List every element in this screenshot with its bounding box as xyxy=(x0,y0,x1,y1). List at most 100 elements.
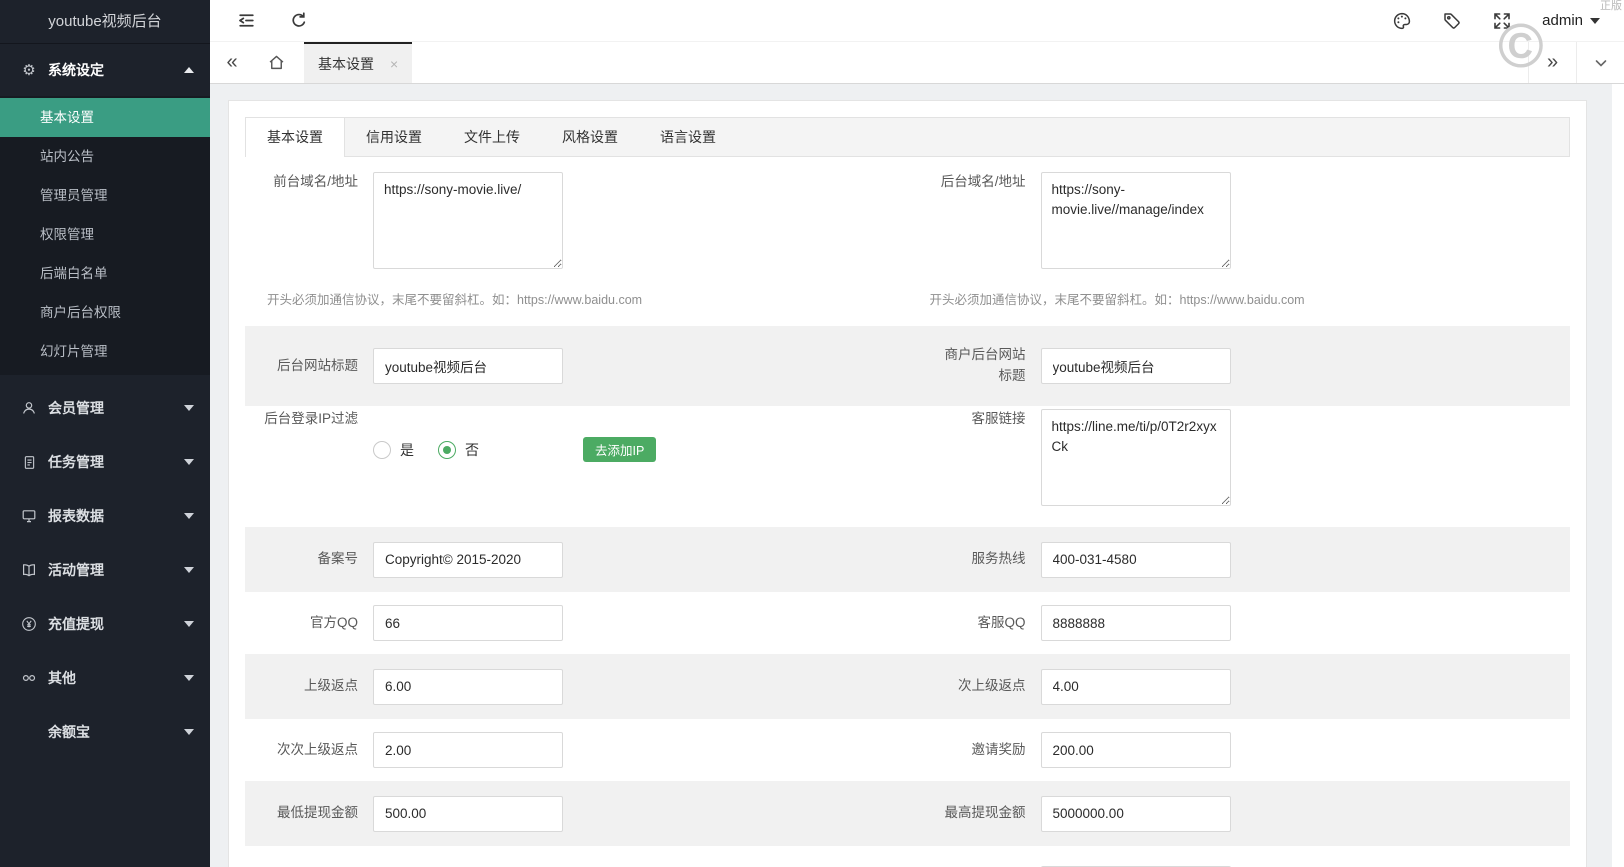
tabs-menu-button[interactable] xyxy=(1576,42,1624,83)
sidebar-item-label: 会员管理 xyxy=(48,400,104,416)
settings-tab[interactable]: 信用设置 xyxy=(345,118,443,156)
admin-domain-textarea[interactable] xyxy=(1040,172,1231,269)
settings-tab[interactable]: 基本设置 xyxy=(245,118,345,157)
form-row: 后台网站标题 商户后台网站标题 xyxy=(245,326,1570,406)
sidebar-item[interactable]: 其他 xyxy=(0,651,210,705)
sidebar-item-label: 余额宝 xyxy=(48,724,90,740)
sidebar-item[interactable]: 会员管理 xyxy=(0,381,210,435)
user-menu[interactable]: admin xyxy=(1542,12,1600,29)
chevron-down-icon xyxy=(184,729,194,735)
grandparent-rebate-input[interactable] xyxy=(1040,668,1231,705)
chevron-down-icon xyxy=(1590,17,1600,24)
sidebar-subitem[interactable]: 权限管理 xyxy=(0,215,210,254)
form-row: 备案号 服务热线 xyxy=(245,527,1570,592)
sidebar-section-system-settings[interactable]: ⚙ 系统设定 xyxy=(0,44,210,96)
form-row: 后台登录IP过滤是 否 去添加IP 客服链接 xyxy=(245,406,1570,527)
merchant-site-title-input[interactable] xyxy=(1040,348,1231,384)
chevron-down-icon xyxy=(184,405,194,411)
great-grandparent-rebate-input[interactable] xyxy=(373,732,563,768)
sidebar-subitem[interactable]: 基本设置 xyxy=(0,98,210,137)
min-withdraw-label: 最低提现金额 xyxy=(277,805,358,821)
book-icon xyxy=(20,562,38,578)
yen-icon xyxy=(20,616,38,632)
great-grandparent-rebate-label: 次次上级返点 xyxy=(277,741,358,757)
link-icon xyxy=(20,670,38,686)
icp-number-input[interactable] xyxy=(373,541,563,578)
form-row: 官方QQ 客服QQ xyxy=(245,592,1570,654)
sidebar-item[interactable]: 报表数据 xyxy=(0,489,210,543)
sidebar-submenu: 基本设置 站内公告 管理员管理 权限管理 后端白名单 商户后台权限 幻灯片管理 xyxy=(0,96,210,375)
sidebar-item[interactable]: 余额宝 xyxy=(0,705,210,759)
settings-tab[interactable]: 文件上传 xyxy=(443,118,541,156)
service-qq-input[interactable] xyxy=(1040,605,1231,641)
monitor-icon xyxy=(20,508,38,524)
document-icon xyxy=(20,455,38,470)
hotline-input[interactable] xyxy=(1040,541,1231,578)
fullscreen-icon[interactable] xyxy=(1492,11,1512,31)
page-tabbar: « 基本设置 × » xyxy=(210,42,1624,84)
chevron-down-icon xyxy=(184,459,194,465)
watermark-text: 正版 xyxy=(1600,0,1622,12)
page-scrollbar[interactable] xyxy=(1612,84,1624,867)
min-withdraw-input[interactable] xyxy=(373,795,563,832)
service-link-label: 客服链接 xyxy=(971,411,1026,426)
open-tab-basic-settings[interactable]: 基本设置 × xyxy=(304,42,413,83)
sidebar-subitem[interactable]: 商户后台权限 xyxy=(0,293,210,332)
admin-site-title-label: 后台网站标题 xyxy=(277,357,358,373)
gear-icon: ⚙ xyxy=(22,62,36,79)
sidebar-item-label: 其他 xyxy=(48,670,76,686)
front-domain-textarea[interactable] xyxy=(373,172,563,269)
home-tab-button[interactable] xyxy=(254,42,298,83)
official-qq-label: 官方QQ xyxy=(309,614,358,630)
sidebar-subitem[interactable]: 幻灯片管理 xyxy=(0,332,210,371)
form-row: 最低提现金额 最高提现金额 xyxy=(245,781,1570,846)
ip-filter-radio-是[interactable] xyxy=(373,440,391,459)
ip-filter-label: 后台登录IP过滤 xyxy=(264,411,358,426)
max-withdraw-label: 最高提现金额 xyxy=(944,805,1026,821)
collapse-sidebar-icon[interactable] xyxy=(236,10,257,31)
tabs-scroll-left-button[interactable]: « xyxy=(210,42,254,83)
chevron-down-icon xyxy=(184,621,194,627)
sidebar-item-label: 充值提现 xyxy=(48,616,104,632)
parent-rebate-input[interactable] xyxy=(373,668,563,705)
form-row: 上级返点 次上级返点 xyxy=(245,654,1570,719)
ip-filter-radio-否[interactable] xyxy=(438,440,456,459)
form-row xyxy=(245,846,1570,867)
service-qq-label: 客服QQ xyxy=(977,614,1026,630)
invite-reward-label: 邀请奖励 xyxy=(971,741,1026,757)
main-content: 基本设置信用设置文件上传风格设置语言设置 前台域名/地址开头必须加通信协议，末尾… xyxy=(210,84,1624,867)
front-domain-help-text: 开头必须加通信协议，末尾不要留斜杠。如：https://www.baidu.co… xyxy=(267,293,643,307)
merchant-site-title-label: 商户后台网站标题 xyxy=(944,347,1026,383)
add-ip-button[interactable]: 去添加IP xyxy=(583,437,657,462)
admin-site-title-input[interactable] xyxy=(373,348,563,384)
top-header: admin xyxy=(210,0,1624,42)
settings-tab[interactable]: 语言设置 xyxy=(639,118,737,156)
sidebar-item[interactable]: 任务管理 xyxy=(0,435,210,489)
icp-number-label: 备案号 xyxy=(317,551,359,567)
form-row: 次次上级返点 邀请奖励 xyxy=(245,719,1570,781)
tabs-scroll-right-button[interactable]: » xyxy=(1528,42,1576,83)
max-withdraw-input[interactable] xyxy=(1040,795,1231,832)
close-tab-icon[interactable]: × xyxy=(390,56,398,72)
theme-palette-icon[interactable] xyxy=(1392,11,1412,31)
settings-tabs: 基本设置 信用设置 文件上传 风格设置 语言设置 xyxy=(245,117,1570,157)
sidebar-subitem[interactable]: 站内公告 xyxy=(0,137,210,176)
ip-filter-radio-label: 是 xyxy=(400,441,414,458)
settings-card: 基本设置信用设置文件上传风格设置语言设置 前台域名/地址开头必须加通信协议，末尾… xyxy=(228,100,1587,867)
refresh-icon[interactable] xyxy=(289,11,309,31)
settings-tab[interactable]: 风格设置 xyxy=(541,118,639,156)
chevron-down-icon xyxy=(184,513,194,519)
service-link-textarea[interactable] xyxy=(1040,409,1231,506)
sidebar-item[interactable]: 活动管理 xyxy=(0,543,210,597)
sidebar-subitem[interactable]: 后端白名单 xyxy=(0,254,210,293)
sidebar-item[interactable]: 充值提现 xyxy=(0,597,210,651)
chevron-down-icon xyxy=(184,567,194,573)
official-qq-input[interactable] xyxy=(373,605,563,641)
tag-icon[interactable] xyxy=(1442,11,1462,31)
admin-domain-label: 后台域名/地址 xyxy=(940,174,1026,189)
grandparent-rebate-label: 次上级返点 xyxy=(958,678,1026,694)
parent-rebate-label: 上级返点 xyxy=(304,678,358,694)
sidebar-item-label: 活动管理 xyxy=(48,562,104,578)
invite-reward-input[interactable] xyxy=(1040,732,1231,768)
sidebar-subitem[interactable]: 管理员管理 xyxy=(0,176,210,215)
